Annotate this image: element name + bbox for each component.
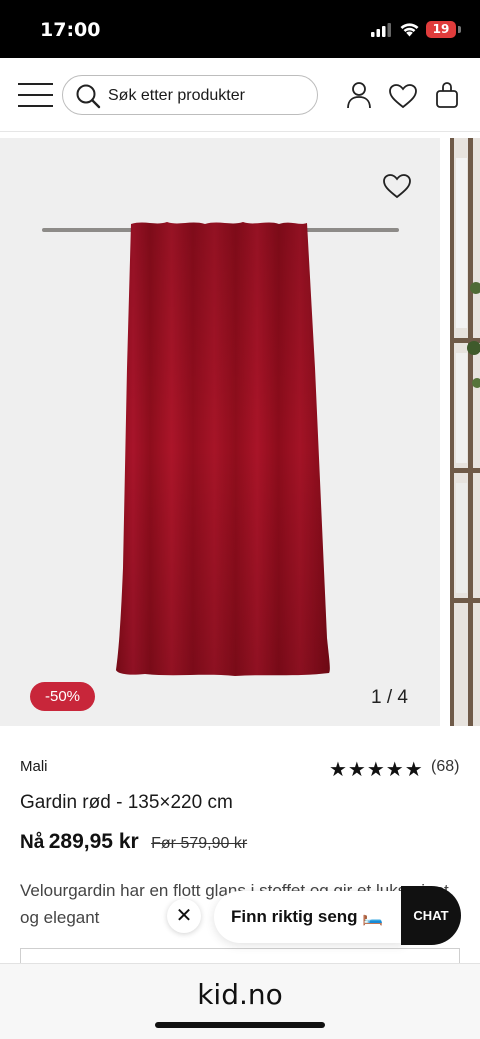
wishlist-heart-icon[interactable] [382,173,412,199]
product-title: Gardin rød - 135×220 cm [20,792,233,813]
browser-url[interactable]: kid.no [0,978,480,1011]
discount-badge: -50% [30,682,96,711]
user-icon[interactable] [346,81,372,109]
home-indicator[interactable] [155,1022,325,1028]
rating-count: (68) [431,758,460,775]
product-gallery[interactable]: -50% 1 / 4 [0,133,480,726]
price-row: Nå 289,95 kr Før 579,90 kr [20,830,247,856]
battery-tip [458,26,461,33]
bag-icon[interactable] [435,81,459,109]
next-product-image[interactable] [450,138,480,726]
chat-prompt-text: Finn riktig seng 🛏️ [231,907,384,926]
price-now-label: Nå [20,832,45,853]
product-brand[interactable]: Mali [20,758,48,775]
product-image[interactable]: -50% 1 / 4 [0,138,440,726]
site-header: Søk etter produkter [0,58,480,132]
chat-prompt-bubble[interactable]: Finn riktig seng 🛏️ [214,891,404,943]
window-scene-image [450,138,480,726]
price-now: 289,95 kr [48,830,139,853]
menu-icon[interactable] [18,82,53,108]
status-time: 17:00 [40,19,101,41]
search-input[interactable]: Søk etter produkter [62,75,318,115]
status-bar: 17:00 19 [0,0,480,58]
image-counter: 1 / 4 [371,687,408,708]
wifi-icon [400,23,419,37]
chat-button[interactable]: CHAT [401,886,461,945]
battery-indicator: 19 [426,21,456,38]
search-icon [76,84,101,109]
heart-icon[interactable] [388,83,418,109]
curtain-image [116,222,330,676]
rating-stars: ★★★★★ [329,759,424,781]
search-placeholder: Søk etter produkter [108,87,245,104]
price-before: Før 579,90 kr [151,835,248,852]
cellular-signal-icon [371,23,391,37]
close-icon[interactable]: ✕ [167,899,201,933]
